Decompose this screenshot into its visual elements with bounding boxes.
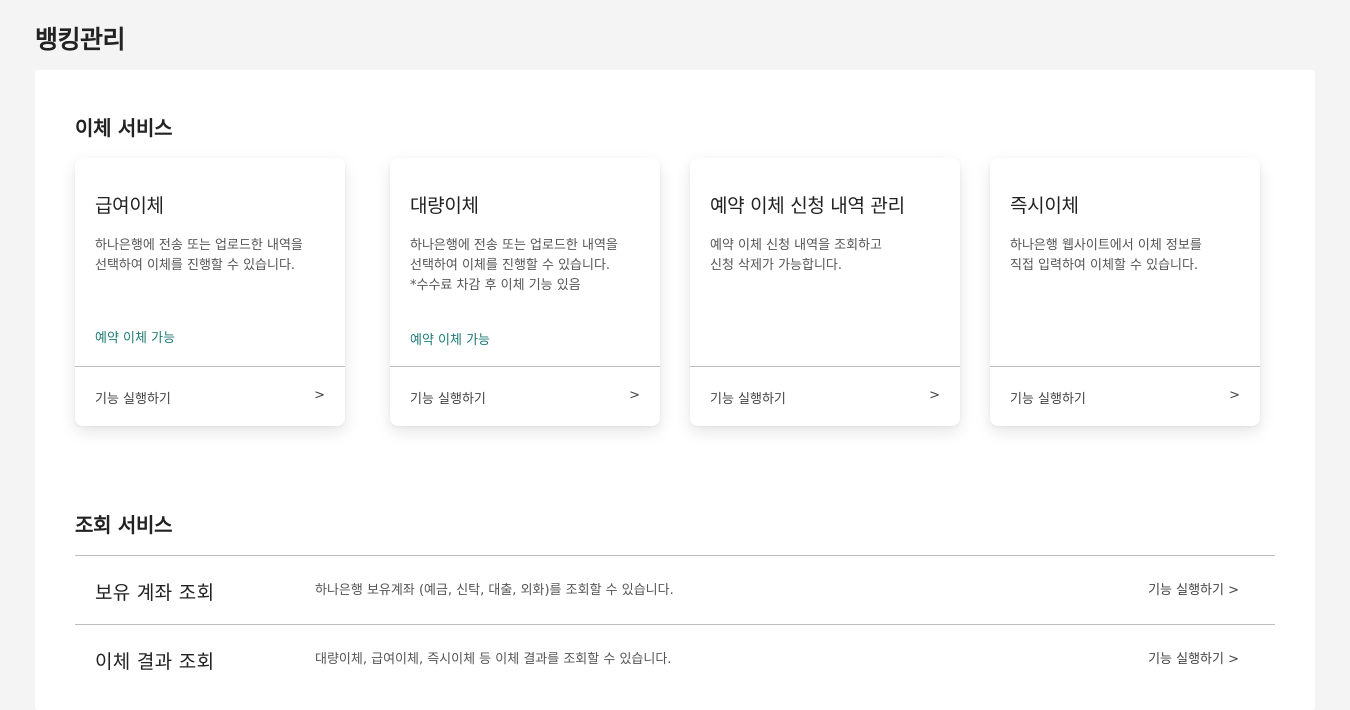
- run-feature-button[interactable]: 기능 실행하기 >: [690, 367, 960, 426]
- card-description: 예약 이체 신청 내역을 조회하고 신청 삭제가 가능합니다.: [710, 238, 883, 273]
- chevron-right-icon: >: [314, 388, 325, 403]
- page-title: 뱅킹관리: [35, 25, 126, 54]
- card-description: 하나은행 웹사이트에서 이체 정보를 직접 입력하여 이체할 수 있습니다.: [1010, 238, 1202, 273]
- run-feature-label: 기능 실행하기: [95, 392, 171, 407]
- card-title: 예약 이체 신청 내역 관리: [710, 195, 905, 217]
- run-feature-label: 기능 실행하기: [1010, 392, 1086, 407]
- run-feature-button[interactable]: 기능 실행하기 >: [990, 367, 1260, 426]
- run-feature-button[interactable]: 기능 실행하기 >: [390, 367, 660, 426]
- transfer-section-title: 이체 서비스: [75, 116, 173, 140]
- inquiry-section-title: 조회 서비스: [75, 513, 173, 537]
- card-payroll-transfer: 급여이체 하나은행에 전송 또는 업로드한 내역을 선택하여 이체를 진행할 수…: [75, 158, 345, 426]
- card-title: 급여이체: [95, 195, 164, 217]
- chevron-right-icon: >: [929, 388, 940, 403]
- row-description: 대량이체, 급여이체, 즉시이체 등 이체 결과를 조회할 수 있습니다.: [315, 652, 672, 667]
- scheduled-transfer-tag: 예약 이체 가능: [95, 331, 176, 346]
- card-description: 하나은행에 전송 또는 업로드한 내역을 선택하여 이체를 진행할 수 있습니다…: [95, 238, 303, 273]
- run-feature-label: 기능 실행하기: [410, 392, 486, 407]
- run-feature-link[interactable]: 기능 실행하기 >: [1148, 648, 1239, 667]
- card-bulk-transfer: 대량이체 하나은행에 전송 또는 업로드한 내역을 선택하여 이체를 진행할 수…: [390, 158, 660, 426]
- scheduled-transfer-tag: 예약 이체 가능: [410, 333, 491, 348]
- list-item: 이체 결과 조회 대량이체, 급여이체, 즉시이체 등 이체 결과를 조회할 수…: [75, 624, 1275, 693]
- chevron-right-icon: >: [1229, 388, 1240, 403]
- row-description: 하나은행 보유계좌 (예금, 신탁, 대출, 외화)를 조회할 수 있습니다.: [315, 583, 674, 598]
- list-item: 보유 계좌 조회 하나은행 보유계좌 (예금, 신탁, 대출, 외화)를 조회할…: [75, 555, 1275, 624]
- card-instant-transfer: 즉시이체 하나은행 웹사이트에서 이체 정보를 직접 입력하여 이체할 수 있습…: [990, 158, 1260, 426]
- row-title: 보유 계좌 조회: [95, 582, 215, 604]
- chevron-right-icon: >: [629, 388, 640, 403]
- run-feature-link[interactable]: 기능 실행하기 >: [1148, 579, 1239, 598]
- inquiry-list: 보유 계좌 조회 하나은행 보유계좌 (예금, 신탁, 대출, 외화)를 조회할…: [75, 555, 1275, 693]
- run-feature-label: 기능 실행하기: [710, 392, 786, 407]
- card-title: 대량이체: [410, 195, 479, 217]
- card-scheduled-transfer-management: 예약 이체 신청 내역 관리 예약 이체 신청 내역을 조회하고 신청 삭제가 …: [690, 158, 960, 426]
- run-feature-button[interactable]: 기능 실행하기 >: [75, 367, 345, 426]
- card-description: 하나은행에 전송 또는 업로드한 내역을 선택하여 이체를 진행할 수 있습니다…: [410, 238, 618, 293]
- card-title: 즉시이체: [1010, 195, 1079, 217]
- banking-panel: 이체 서비스 급여이체 하나은행에 전송 또는 업로드한 내역을 선택하여 이체…: [35, 70, 1315, 710]
- row-title: 이체 결과 조회: [95, 651, 215, 673]
